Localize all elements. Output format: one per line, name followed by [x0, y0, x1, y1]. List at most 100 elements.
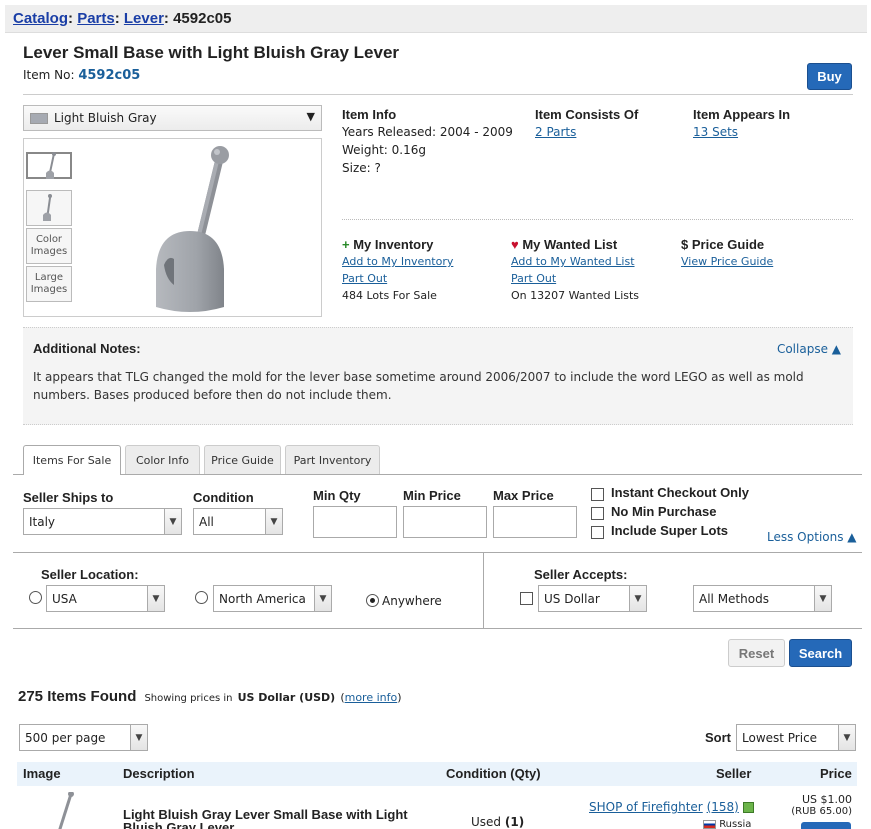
- condition-label: Condition: [193, 490, 254, 505]
- notes-title: Additional Notes:: [33, 341, 141, 356]
- row-country: Russia: [703, 819, 751, 829]
- reset-button[interactable]: Reset: [728, 639, 785, 667]
- years-released: Years Released: 2004 - 2009: [342, 125, 513, 139]
- min-price-input[interactable]: [403, 506, 487, 538]
- image-gallery: Color Images Large Images: [23, 138, 322, 317]
- large-images-button[interactable]: Large Images: [26, 266, 72, 302]
- color-swatch: [30, 112, 48, 124]
- less-options-link[interactable]: Less Options ▲: [767, 530, 857, 544]
- consists-link[interactable]: 2 Parts: [535, 125, 576, 139]
- inventory-part-out-link[interactable]: Part Out: [342, 272, 387, 285]
- condition-select[interactable]: All ▼: [193, 508, 283, 535]
- breadcrumb-sep: :: [68, 10, 74, 27]
- chevron-down-icon: ▼: [314, 586, 331, 611]
- inventory-header-label: My Inventory: [353, 237, 434, 252]
- part-image: [72, 139, 322, 316]
- color-select[interactable]: Light Bluish Gray ▼: [23, 105, 322, 131]
- chevron-down-icon: ▼: [814, 586, 831, 611]
- results-summary: 275 Items Found Showing prices in US Dol…: [18, 688, 402, 705]
- price-guide-header-label: Price Guide: [691, 237, 765, 252]
- add-to-cart-button[interactable]: [801, 822, 851, 829]
- row-description-link[interactable]: Light Bluish Gray Lever Small Base with …: [123, 808, 423, 829]
- page-title: Lever Small Base with Light Bluish Gray …: [23, 43, 400, 62]
- location-anywhere-radio[interactable]: [366, 594, 379, 607]
- divider: [13, 552, 862, 553]
- tab-part-inventory[interactable]: Part Inventory: [285, 445, 380, 474]
- divider: [342, 219, 853, 220]
- search-button[interactable]: Search: [789, 639, 852, 667]
- seller-link[interactable]: SHOP of Firefighter: [589, 800, 703, 814]
- wanted-part-out-link[interactable]: Part Out: [511, 272, 556, 285]
- north-america-select-value: North America: [219, 591, 306, 606]
- item-number-label: Item No:: [23, 68, 75, 82]
- row-qty: (1): [504, 815, 525, 829]
- row-price-local: (RUB 65.00): [791, 806, 852, 817]
- row-condition: Used (1): [471, 815, 524, 829]
- thumbnail-2[interactable]: [26, 190, 72, 226]
- row-price-usd: US $1.00: [801, 793, 852, 806]
- view-price-guide-link[interactable]: View Price Guide: [681, 255, 773, 268]
- color-select-value: Light Bluish Gray: [54, 111, 157, 125]
- showing-prices-text: Showing prices in: [144, 693, 233, 704]
- item-info-header: Item Info: [342, 107, 397, 122]
- min-qty-input[interactable]: [313, 506, 397, 538]
- seller-feedback-link[interactable]: (158): [707, 800, 739, 814]
- dollar-icon: $: [681, 237, 689, 252]
- store-cube-icon: [742, 802, 754, 813]
- north-america-select[interactable]: North America ▼: [213, 585, 332, 612]
- location-north-america-radio[interactable]: [195, 591, 208, 604]
- col-description: Description: [123, 766, 195, 781]
- item-number-value: 4592c05: [78, 68, 141, 83]
- currency-select-value: US Dollar: [544, 591, 600, 606]
- col-price[interactable]: Price: [820, 766, 852, 781]
- chevron-down-icon: ▼: [838, 725, 855, 750]
- collapse-link[interactable]: Collapse ▲: [777, 342, 841, 356]
- appears-link[interactable]: 13 Sets: [693, 125, 738, 139]
- currency-select[interactable]: US Dollar ▼: [538, 585, 647, 612]
- condition-value: All: [199, 514, 214, 529]
- more-info-link[interactable]: more info: [345, 691, 398, 704]
- location-usa-radio[interactable]: [29, 591, 42, 604]
- sort-select[interactable]: Lowest Price ▼: [736, 724, 856, 751]
- color-images-button[interactable]: Color Images: [26, 228, 72, 264]
- currency-checkbox[interactable]: [520, 592, 533, 605]
- tab-divider: [13, 474, 862, 475]
- ships-to-select[interactable]: Italy ▼: [23, 508, 182, 535]
- wanted-header-label: My Wanted List: [522, 237, 618, 252]
- breadcrumb-parts-link[interactable]: Parts: [77, 10, 115, 27]
- min-price-label: Min Price: [403, 488, 461, 503]
- weight: Weight: 0.16g: [342, 143, 426, 157]
- super-lots-checkbox[interactable]: [591, 526, 604, 539]
- divider: [23, 94, 853, 95]
- payment-methods-select[interactable]: All Methods ▼: [693, 585, 832, 612]
- instant-checkout-checkbox[interactable]: [591, 488, 604, 501]
- breadcrumb-sep: :: [163, 10, 169, 27]
- inventory-header: + My Inventory: [342, 237, 433, 252]
- add-to-inventory-link[interactable]: Add to My Inventory: [342, 255, 453, 268]
- per-page-value: 500 per page: [25, 730, 106, 745]
- wanted-count: On 13207 Wanted Lists: [511, 289, 640, 302]
- lever-thumb-icon: [43, 194, 52, 221]
- tab-items-for-sale[interactable]: Items For Sale: [23, 445, 121, 475]
- divider: [13, 628, 862, 629]
- add-to-wanted-link[interactable]: Add to My Wanted List: [511, 255, 635, 268]
- breadcrumb-lever-link[interactable]: Lever: [124, 10, 164, 27]
- usa-select-value: USA: [52, 591, 77, 606]
- chevron-down-icon: ▼: [265, 509, 282, 534]
- chevron-down-icon: ▼: [629, 586, 646, 611]
- no-min-purchase-checkbox[interactable]: [591, 507, 604, 520]
- chevron-down-icon: ▼: [164, 509, 181, 534]
- row-price: US $1.00 (RUB 65.00): [791, 793, 852, 817]
- buy-button[interactable]: Buy: [807, 63, 852, 90]
- ships-to-value: Italy: [29, 514, 56, 529]
- per-page-select[interactable]: 500 per page ▼: [19, 724, 148, 751]
- lever-row-image[interactable]: [47, 792, 87, 829]
- tab-color-info[interactable]: Color Info: [125, 445, 200, 474]
- breadcrumb-catalog-link[interactable]: Catalog: [13, 10, 68, 27]
- sort-label: Sort: [705, 730, 731, 745]
- tab-price-guide[interactable]: Price Guide: [204, 445, 281, 474]
- usa-select[interactable]: USA ▼: [46, 585, 165, 612]
- max-price-input[interactable]: [493, 506, 577, 538]
- notes-body: It appears that TLG changed the mold for…: [33, 370, 804, 402]
- thumbnail-1[interactable]: [26, 151, 72, 179]
